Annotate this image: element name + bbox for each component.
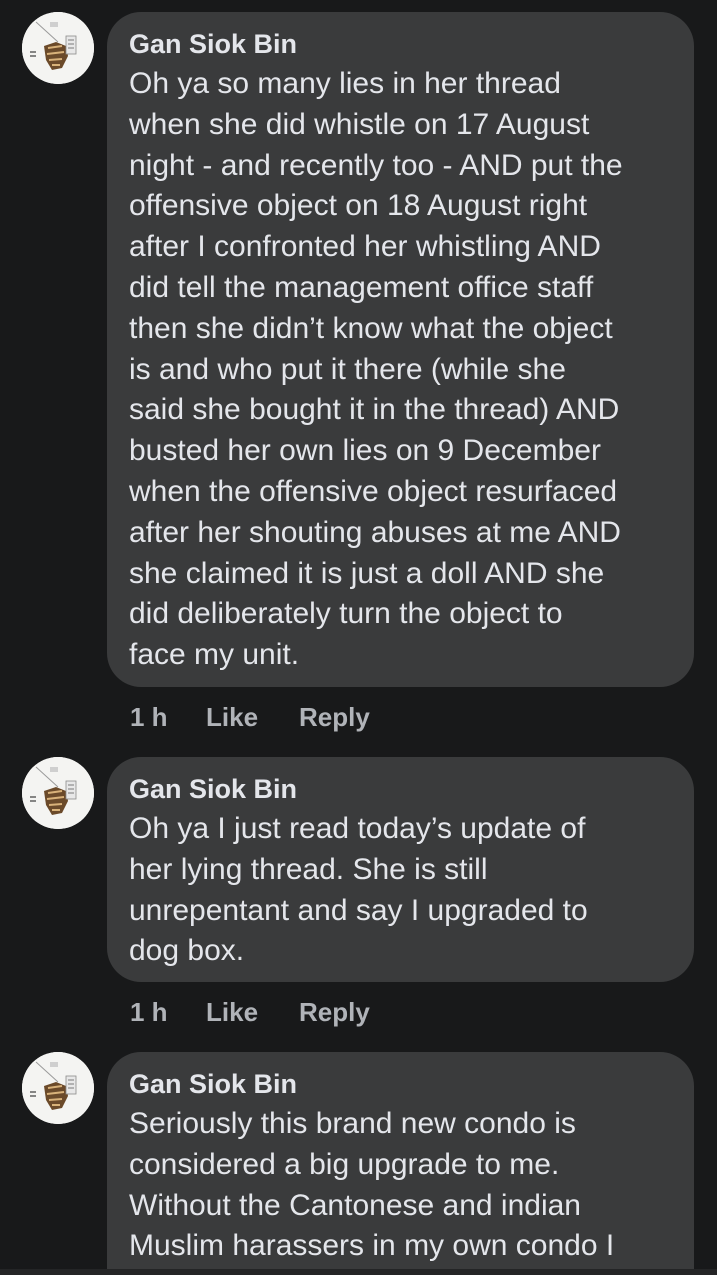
comment-line: then she didn’t know what the object: [129, 311, 613, 345]
comment-timestamp: 1 h: [130, 702, 168, 732]
comment-text: Seriously this brand new condo is consid…: [129, 1104, 672, 1267]
avatar[interactable]: [22, 757, 94, 829]
like-button[interactable]: Like: [206, 997, 299, 1028]
comment-line: is and who put it there (while she: [129, 352, 566, 386]
comment-author[interactable]: Gan Siok Bin: [129, 28, 672, 64]
comment-author[interactable]: Gan Siok Bin: [129, 1068, 672, 1104]
reply-button[interactable]: Reply: [299, 997, 370, 1028]
comment-line: busted her own lies on 9 December: [129, 434, 601, 468]
comment-line: did tell the management office staff: [129, 270, 594, 304]
comment-line: after her shouting abuses at me AND: [129, 515, 621, 549]
comment-line: considered a big upgrade to me.: [129, 1147, 560, 1181]
comment-line: said she bought it in the thread) AND: [129, 393, 620, 427]
comment-text: Oh ya so many lies in her thread when sh…: [129, 64, 672, 676]
comment-line: Seriously this brand new condo is: [129, 1107, 576, 1140]
comment-line: Oh ya I just read today’s update of: [129, 812, 586, 845]
comment-bubble: Gan Siok Bin Oh ya so many lies in her t…: [107, 12, 694, 687]
comment-actions: 1 h Like Reply: [130, 702, 370, 733]
comment-bubble: Gan Siok Bin Seriously this brand new co…: [107, 1052, 694, 1275]
comment-line: did deliberately turn the object to: [129, 597, 563, 631]
comment-line: she claimed it is just a doll AND she: [129, 556, 605, 590]
comment-line: dog box.: [129, 934, 245, 968]
comment-line: Without the Cantonese and indian: [129, 1188, 581, 1222]
comment-line: when the offensive object resurfaced: [129, 474, 618, 508]
profile-picture-icon: [22, 1052, 94, 1124]
profile-picture-icon: [22, 757, 94, 829]
bottom-edge-divider: [0, 1269, 717, 1275]
comment-author[interactable]: Gan Siok Bin: [129, 773, 672, 809]
comment-line: Oh ya so many lies in her thread: [129, 67, 561, 100]
comment-line: Muslim harassers in my own condo I: [129, 1229, 615, 1263]
comment-line: her lying thread. She is still: [129, 852, 488, 886]
comment-line: when she did whistle on 17 August: [129, 107, 590, 141]
comment-line: night - and recently too - AND put the: [129, 148, 623, 182]
comment-line: face my unit.: [129, 638, 300, 672]
reply-button[interactable]: Reply: [299, 702, 370, 733]
like-button[interactable]: Like: [206, 702, 299, 733]
comment-text: Oh ya I just read today’s update of her …: [129, 809, 672, 972]
comment-timestamp: 1 h: [130, 997, 168, 1027]
comment-line: offensive object on 18 August right: [129, 189, 588, 223]
avatar[interactable]: [22, 12, 94, 84]
comment-line: after I confronted her whistling AND: [129, 230, 601, 264]
profile-picture-icon: [22, 12, 94, 84]
comment-line: unrepentant and say I upgraded to: [129, 893, 588, 927]
avatar[interactable]: [22, 1052, 94, 1124]
comment-actions: 1 h Like Reply: [130, 997, 370, 1028]
comment-bubble: Gan Siok Bin Oh ya I just read today’s u…: [107, 757, 694, 982]
